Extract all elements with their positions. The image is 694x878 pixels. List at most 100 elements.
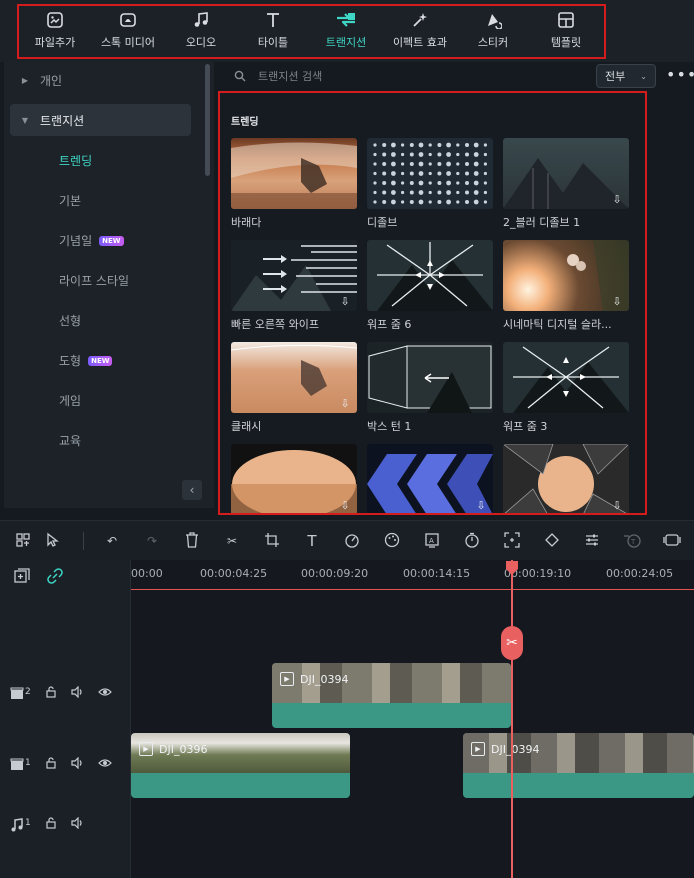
dissolve-dot (409, 162, 414, 166)
track-number: 1 (25, 817, 31, 828)
transition-card[interactable]: ⇩ (367, 444, 493, 513)
dissolve-dot (418, 199, 424, 205)
play-icon: ▶ (280, 672, 294, 686)
dissolve-dot (401, 152, 405, 157)
music-track-icon: 1 (10, 818, 31, 832)
dissolve-dot (401, 181, 405, 185)
dissolve-dot (446, 152, 451, 157)
transition-card[interactable]: ⇩ 빠른 오른쪽 와이프 (231, 240, 357, 332)
adjust-button[interactable] (582, 531, 602, 551)
layout-grid-button[interactable] (13, 531, 33, 551)
transition-card[interactable]: ⇩ (231, 444, 357, 513)
download-icon[interactable]: ⇩ (610, 295, 624, 308)
sidebar-item-transitions[interactable]: ▼ 트랜지션 (10, 104, 191, 136)
lock-icon[interactable] (45, 757, 57, 772)
link-button[interactable] (47, 568, 63, 587)
transition-card[interactable]: 바래다 (231, 138, 357, 230)
video-clip[interactable]: ▶ DJI_0396 (131, 733, 350, 798)
speech-text-icon: T (623, 532, 641, 551)
ai-portrait-button[interactable]: A (422, 531, 442, 551)
video-clip[interactable]: ▶ DJI_0394 (272, 663, 511, 728)
sidebar-sub-shape[interactable]: 도형 NEW (59, 352, 113, 369)
download-icon[interactable]: ⇩ (338, 397, 352, 410)
dissolve-dot (391, 171, 396, 176)
download-icon[interactable]: ⇩ (338, 295, 352, 308)
speech-to-text-button[interactable]: T (622, 531, 642, 551)
sidebar-sub-lifestyle[interactable]: 라이프 스타일 (59, 272, 129, 289)
section-title: 트렌딩 (231, 117, 259, 128)
dissolve-dot (437, 200, 442, 204)
more-dots-icon: ••• (666, 65, 694, 84)
sidebar-sub-label: 기념일 (59, 234, 93, 248)
dissolve-dot (373, 190, 377, 195)
transition-thumbnail: ⇩ (231, 444, 357, 513)
transition-card[interactable]: 디졸브 (367, 138, 493, 230)
download-icon[interactable]: ⇩ (610, 193, 624, 206)
video-clip[interactable]: ▶ DJI_0394 (463, 733, 694, 798)
transition-card[interactable]: ⇩ 시네마틱 디지털 슬라... (503, 240, 629, 332)
volume-icon[interactable] (71, 816, 84, 832)
sidebar-sub-label: 교육 (59, 434, 82, 448)
more-tools-button[interactable] (662, 531, 682, 551)
color-button[interactable] (382, 531, 402, 551)
redo-button[interactable]: ↷ (142, 531, 162, 551)
volume-icon[interactable] (71, 756, 84, 772)
select-tool-button[interactable] (43, 531, 63, 551)
lock-icon[interactable] (45, 817, 57, 832)
keyframe-button[interactable] (542, 531, 562, 551)
more-options-button[interactable]: ••• (666, 64, 694, 88)
dissolve-dot (437, 162, 442, 166)
transition-card[interactable]: 박스 턴 1 (367, 342, 493, 434)
dissolve-dot (382, 171, 387, 176)
search-bar[interactable]: 트랜지션 검색 (222, 62, 592, 90)
filter-dropdown[interactable]: 전부 ⌄ (596, 64, 656, 88)
undo-button[interactable]: ↶ (102, 531, 122, 551)
download-icon[interactable]: ⇩ (610, 499, 624, 512)
fit-button[interactable] (502, 531, 522, 551)
transition-card[interactable]: ⇩ 2_블러 디졸브 1 (503, 138, 629, 230)
scissors-icon: ✂ (506, 635, 518, 651)
delete-button[interactable] (182, 531, 202, 551)
collapse-sidebar-button[interactable]: ‹ (182, 480, 202, 500)
lock-icon[interactable] (45, 686, 57, 701)
play-icon: ▶ (471, 742, 485, 756)
dissolve-dot (473, 152, 479, 157)
search-input[interactable]: 트랜지션 검색 (258, 68, 322, 84)
sidebar-sub-anniversary[interactable]: 기념일 NEW (59, 232, 124, 249)
sidebar-item-label: 개인 (40, 73, 63, 88)
transition-thumbnail (367, 342, 493, 413)
dissolve-dot (456, 200, 460, 204)
split-button[interactable]: ✂ (222, 531, 242, 551)
eye-icon[interactable] (97, 686, 112, 701)
sidebar-sub-game[interactable]: 게임 (59, 392, 81, 409)
playhead-line[interactable] (511, 560, 513, 878)
transition-thumbnail: ⇩ (231, 342, 357, 413)
speed-button[interactable] (342, 531, 362, 551)
dissolve-dot (373, 162, 377, 166)
split-at-playhead-button[interactable]: ✂ (501, 626, 523, 660)
new-badge: NEW (99, 235, 124, 246)
volume-icon[interactable] (71, 685, 84, 701)
sidebar-item-personal[interactable]: ▶ 개인 (10, 64, 191, 96)
sidebar-sub-trending[interactable]: 트렌딩 (59, 152, 92, 169)
playhead-handle[interactable] (505, 560, 519, 576)
sidebar-scrollbar[interactable] (205, 64, 210, 176)
sidebar-sub-linear[interactable]: 선형 (59, 312, 81, 329)
duration-button[interactable] (462, 531, 482, 551)
text-button[interactable]: T (302, 531, 322, 551)
transition-card[interactable]: 워프 줌 3 (503, 342, 629, 434)
crop-button[interactable] (262, 531, 282, 551)
transition-thumbnail (231, 138, 357, 209)
transition-card[interactable]: ⇩ 클래시 (231, 342, 357, 434)
transition-card[interactable]: 워프 줌 6 (367, 240, 493, 332)
eye-icon[interactable] (97, 757, 112, 772)
add-track-button[interactable] (14, 568, 30, 587)
download-icon[interactable]: ⇩ (338, 499, 352, 512)
transition-card[interactable]: ⇩ (503, 444, 629, 513)
sidebar-sub-basic[interactable]: 기본 (59, 192, 81, 209)
download-icon[interactable]: ⇩ (474, 499, 488, 512)
transition-name: 빠른 오른쪽 와이프 (231, 318, 319, 331)
dissolve-dot (373, 181, 377, 185)
timeline-ruler[interactable]: 00:00 00:00:04:25 00:00:09:20 00:00:14:1… (131, 560, 694, 590)
sidebar-sub-education[interactable]: 교육 (59, 432, 81, 449)
